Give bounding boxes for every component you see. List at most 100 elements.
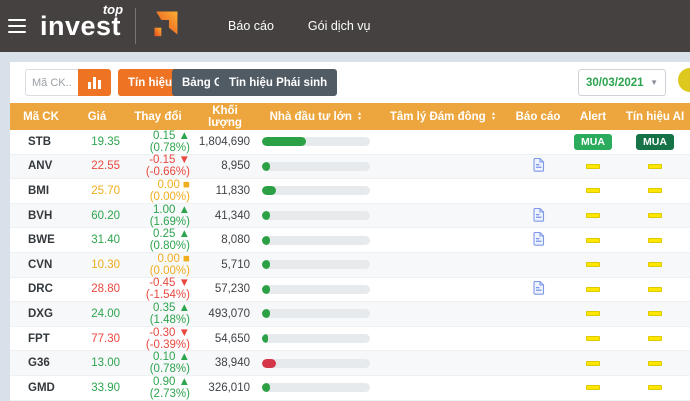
column-header: Tín hiệu AI [620,111,690,123]
date-value: 30/03/2021 [586,77,644,89]
no-signal-dash-icon [586,188,600,193]
date-picker[interactable]: 30/03/2021 ▼ [578,69,666,96]
ticker-cell[interactable]: CVN [10,259,72,271]
menu-icon[interactable] [8,15,26,37]
sort-icon[interactable]: ▲▼ [491,112,496,121]
column-header: Thay đổi [122,111,194,123]
report-cell [510,280,566,298]
no-signal-dash-icon [586,213,600,218]
change-cell: 0.10 ▲ (0.78%) [122,351,194,375]
logo-mark-icon [146,8,180,44]
price-cell: 25.70 [72,185,122,197]
investor-bar-cell [256,285,376,294]
column-header[interactable]: Tâm lý Đám đông▲▼ [376,111,510,123]
volume-cell: 1,804,690 [194,136,256,148]
investor-bar-fill [262,162,270,171]
ticker-cell[interactable]: DRC [10,283,72,295]
report-document-icon[interactable] [532,207,545,222]
no-signal-dash-icon [648,361,662,366]
search-submit-button[interactable] [78,69,111,96]
investor-bar-cell [256,260,376,269]
report-document-icon[interactable] [532,157,545,172]
column-header: Giá [72,111,122,123]
table-row[interactable]: DXG24.000.35 ▲ (1.48%)493,070 [10,302,690,327]
ai-signal-badge[interactable]: MUA [636,134,674,150]
volume-cell: 5,710 [194,259,256,271]
no-signal-dash-icon [586,336,600,341]
logo[interactable]: invest top [40,8,180,44]
table-row[interactable]: BWE31.400.25 ▲ (0.80%)8,080 [10,228,690,253]
ticker-cell[interactable]: DXG [10,308,72,320]
alert-cell [566,308,620,320]
toolbar: Tín hiệu AI Bảng Giá Tin hiệu Phái sinh … [10,62,690,103]
table-row[interactable]: FPT77.30-0.30 ▼ (-0.39%)54,650 [10,327,690,352]
no-signal-dash-icon [648,213,662,218]
change-cell: 0.90 ▲ (2.73%) [122,376,194,400]
investor-bar-track [262,260,370,269]
change-cell: 0.35 ▲ (1.48%) [122,302,194,326]
ticker-cell[interactable]: ANV [10,160,72,172]
change-cell: 0.00 ■ (0.00%) [122,253,194,277]
logo-wordmark: invest top [40,13,121,40]
change-cell: -0.15 ▼ (-0.66%) [122,154,194,178]
investor-bar-track [262,334,370,343]
ticker-cell[interactable]: BMI [10,185,72,197]
ticker-cell[interactable]: BWE [10,234,72,246]
tin-hieu-phai-sinh-button[interactable]: Tin hiệu Phái sinh [219,69,337,96]
ai-signal-cell [620,283,690,295]
change-cell: 0.15 ▲ (0.78%) [122,130,194,154]
alert-cell [566,210,620,222]
column-header: Alert [566,111,620,123]
column-header[interactable]: Nhà đầu tư lớn▲▼ [256,111,376,123]
investor-bar-cell [256,334,376,343]
alert-cell [566,333,620,345]
no-signal-dash-icon [586,164,600,169]
column-header: Khối lượng [194,105,256,129]
nav-item-goi-dich-vu[interactable]: Gói dịch vụ [308,19,371,33]
no-signal-dash-icon [648,385,662,390]
investor-bar-track [262,162,370,171]
column-header: Mã CK [10,111,72,123]
price-cell: 10.30 [72,259,122,271]
ticker-search-input[interactable] [25,69,78,96]
investor-bar-track [262,383,370,392]
nav-item-bao-cao[interactable]: Báo cáo [228,19,274,33]
table-row[interactable]: BVH60.201.00 ▲ (1.69%)41,340 [10,204,690,229]
alert-cell [566,259,620,271]
alert-badge[interactable]: MUA [574,134,612,150]
price-cell: 31.40 [72,234,122,246]
no-signal-dash-icon [648,164,662,169]
table-row[interactable]: BMI25.700.00 ■ (0.00%)11,830 [10,179,690,204]
ticker-cell[interactable]: G36 [10,357,72,369]
price-cell: 19.35 [72,136,122,148]
investor-bar-track [262,186,370,195]
price-cell: 33.90 [72,382,122,394]
table-row[interactable]: G3613.000.10 ▲ (0.78%)38,940 [10,351,690,376]
table-row[interactable]: CVN10.300.00 ■ (0.00%)5,710 [10,253,690,278]
ai-signal-cell [620,308,690,320]
table-row[interactable]: DRC28.80-0.45 ▼ (-1.54%)57,230 [10,278,690,303]
report-document-icon[interactable] [532,280,545,295]
table-row[interactable]: GMD33.900.90 ▲ (2.73%)326,010 [10,376,690,401]
alert-cell [566,234,620,246]
report-document-icon[interactable] [532,231,545,246]
no-signal-dash-icon [648,311,662,316]
price-cell: 28.80 [72,283,122,295]
ai-signal-cell [620,210,690,222]
investor-bar-track [262,137,370,146]
change-cell: -0.30 ▼ (-0.39%) [122,327,194,351]
investor-bar-track [262,359,370,368]
investor-bar-fill [262,309,270,318]
ticker-cell[interactable]: FPT [10,333,72,345]
ticker-cell[interactable]: BVH [10,210,72,222]
table-row[interactable]: STB19.350.15 ▲ (0.78%)1,804,690 MUA MUA [10,130,690,155]
sort-icon[interactable]: ▲▼ [357,112,362,121]
ai-signal-cell [620,234,690,246]
bar-chart-icon [88,77,101,89]
ticker-cell[interactable]: GMD [10,382,72,394]
no-signal-dash-icon [648,238,662,243]
volume-cell: 57,230 [194,283,256,295]
ticker-cell[interactable]: STB [10,136,72,148]
investor-bar-fill [262,211,270,220]
table-row[interactable]: ANV22.55-0.15 ▼ (-0.66%)8,950 [10,155,690,180]
